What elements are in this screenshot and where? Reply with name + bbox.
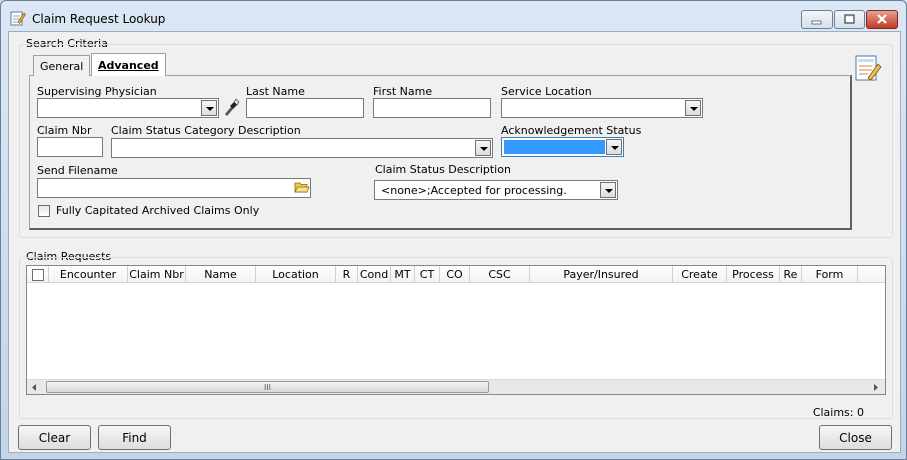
- close-window-button[interactable]: [866, 10, 898, 29]
- ack-status-label: Acknowledgement Status: [501, 124, 642, 137]
- tab-general[interactable]: General: [33, 55, 91, 76]
- last-name-input[interactable]: [246, 98, 364, 118]
- column-header[interactable]: Create: [673, 266, 727, 283]
- send-filename-input[interactable]: [37, 178, 311, 198]
- folder-open-icon[interactable]: [294, 180, 310, 195]
- client-area: Search Criteria General Advanced Supervi…: [8, 31, 901, 453]
- column-header[interactable]: Form: [802, 266, 858, 283]
- column-header[interactable]: Location: [256, 266, 336, 283]
- service-location-combo[interactable]: [501, 98, 703, 118]
- column-header[interactable]: Process: [727, 266, 780, 283]
- horizontal-scrollbar[interactable]: III: [27, 379, 885, 394]
- maximize-button[interactable]: [834, 10, 865, 29]
- column-header[interactable]: Claim Nbr: [128, 266, 186, 283]
- column-header[interactable]: CO: [440, 266, 470, 283]
- ack-status-selection: [504, 140, 605, 154]
- grid-select-all-cell: [27, 266, 49, 283]
- archived-claims-checkbox[interactable]: [38, 205, 50, 217]
- find-button[interactable]: Find: [98, 425, 171, 450]
- claim-status-desc-combo[interactable]: <none>;Accepted for processing.: [374, 180, 618, 200]
- ack-status-combo[interactable]: [501, 137, 624, 157]
- scroll-thumb[interactable]: III: [46, 381, 489, 393]
- clear-button[interactable]: Clear: [18, 425, 91, 450]
- scroll-grip-icon: III: [263, 382, 272, 392]
- claim-status-desc-value: <none>;Accepted for processing.: [381, 184, 567, 197]
- window: Claim Request Lookup Search Criteria Gen…: [0, 0, 907, 460]
- last-name-label: Last Name: [246, 85, 305, 98]
- chevron-down-icon[interactable]: [475, 140, 491, 156]
- column-header[interactable]: CSC: [470, 266, 530, 283]
- column-header[interactable]: CT: [415, 266, 440, 283]
- minimize-button[interactable]: [801, 10, 833, 29]
- select-all-checkbox[interactable]: [31, 268, 44, 281]
- claims-count: Claims: 0: [812, 406, 864, 419]
- tab-advanced[interactable]: Advanced: [91, 53, 166, 76]
- service-location-label: Service Location: [501, 85, 592, 98]
- first-name-label: First Name: [373, 85, 433, 98]
- chevron-down-icon[interactable]: [606, 139, 622, 155]
- minimize-icon: [811, 20, 822, 25]
- chevron-down-icon[interactable]: [685, 100, 701, 116]
- title-bar[interactable]: Claim Request Lookup: [1, 1, 906, 31]
- column-header[interactable]: Cond: [358, 266, 391, 283]
- tab-advanced-label: Advanced: [98, 58, 159, 72]
- maximize-icon: [844, 14, 855, 24]
- supervising-physician-label: Supervising Physician: [37, 85, 157, 98]
- close-button[interactable]: Close: [819, 425, 892, 450]
- claim-nbr-input[interactable]: [37, 137, 103, 157]
- flashlight-icon[interactable]: [222, 98, 240, 117]
- window-title: Claim Request Lookup: [32, 12, 166, 26]
- claim-nbr-label: Claim Nbr: [37, 124, 92, 137]
- archived-claims-label: Fully Capitated Archived Claims Only: [56, 204, 260, 217]
- claim-requests-grid[interactable]: Encounter Claim Nbr Name Location R Cond…: [26, 265, 886, 395]
- column-header[interactable]: Re: [780, 266, 802, 283]
- claim-status-category-label: Claim Status Category Description: [111, 124, 301, 137]
- scroll-left-icon[interactable]: [30, 383, 38, 392]
- scroll-right-icon[interactable]: [872, 383, 880, 392]
- column-header[interactable]: Name: [186, 266, 256, 283]
- column-header[interactable]: Payer/Insured: [530, 266, 673, 283]
- chevron-down-icon[interactable]: [600, 182, 616, 198]
- report-edit-icon[interactable]: [854, 54, 882, 84]
- supervising-physician-combo[interactable]: [37, 98, 219, 118]
- first-name-input[interactable]: [373, 98, 491, 118]
- close-icon: [877, 14, 887, 24]
- tab-general-label: General: [40, 59, 84, 73]
- column-header[interactable]: Encounter: [49, 266, 128, 283]
- notepad-pencil-icon: [10, 11, 26, 26]
- column-header[interactable]: R: [336, 266, 358, 283]
- chevron-down-icon[interactable]: [201, 100, 217, 116]
- claim-status-desc-label: Claim Status Description: [375, 163, 511, 176]
- claim-status-category-combo[interactable]: [111, 138, 493, 158]
- send-filename-label: Send Filename: [37, 164, 118, 177]
- grid-header: Encounter Claim Nbr Name Location R Cond…: [27, 266, 885, 283]
- column-header[interactable]: MT: [391, 266, 415, 283]
